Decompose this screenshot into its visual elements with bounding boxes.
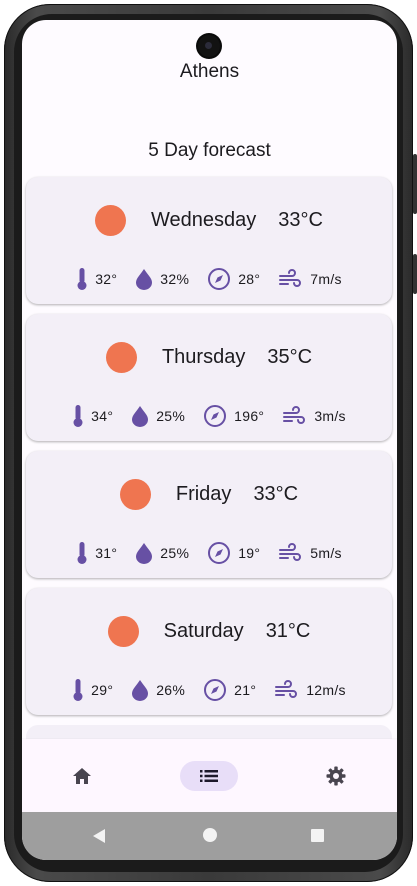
wind-direction-value: 19° [238,545,261,561]
feels-like-value: 34° [91,408,114,424]
wind-icon [279,543,302,561]
humidity-value: 26% [156,682,186,698]
compass-icon [208,268,231,290]
wind-speed-value: 7m/s [310,271,342,287]
humidity-stat: 25% [135,542,189,564]
feels-like-stat: 31° [76,541,117,565]
feels-like-stat: 34° [72,404,113,428]
compass-icon [208,542,231,564]
list-icon [200,770,218,782]
humidity-value: 32% [160,271,190,287]
forecast-day: Wednesday [151,208,257,231]
thermometer-icon [77,268,87,290]
forecast-title: 5 Day forecast [148,140,271,161]
wind-speed-value: 12m/s [306,682,346,698]
humidity-stat: 26% [131,679,185,701]
wind-direction-value: 196° [234,408,265,424]
feels-like-value: 31° [95,545,118,561]
forecast-card[interactable]: Friday 33°C 31° 25% 19° 5m/s [26,451,392,578]
system-navigation-bar [22,812,397,860]
wind-direction-value: 28° [238,271,261,287]
compass-icon [204,405,227,427]
water-drop-icon [132,680,149,701]
forecast-temp: 35°C [267,345,313,368]
wind-speed-stat: 7m/s [278,269,342,289]
sun-icon [107,615,139,647]
compass-icon [204,679,227,701]
volume-button [413,154,417,214]
wind-direction-value: 21° [234,682,257,698]
humidity-stat: 32% [135,268,189,290]
thermometer-icon [73,679,83,701]
feels-like-stat: 32° [76,267,117,291]
humidity-stat: 25% [131,405,185,427]
app-screen: Athens 5 Day forecast Wednesday 33°C 32°… [22,20,397,860]
feels-like-value: 32° [95,271,118,287]
wind-direction-stat: 19° [207,541,260,565]
humidity-value: 25% [156,408,186,424]
wind-speed-value: 5m/s [310,545,342,561]
wind-speed-stat: 12m/s [274,680,346,700]
water-drop-icon [136,543,153,564]
feels-like-value: 29° [91,682,114,698]
thermometer-icon [73,405,83,427]
wind-speed-stat: 5m/s [278,543,342,563]
forecast-temp: 33°C [253,482,299,505]
home-icon [73,768,91,784]
wind-icon [275,680,298,698]
forecast-card[interactable]: Wednesday 33°C 32° 32% 28° 7m/s [26,177,392,304]
wind-speed-value: 3m/s [314,408,346,424]
front-camera [198,35,220,57]
wind-direction-stat: 28° [207,267,260,291]
thermometer-icon [77,542,87,564]
forecast-day: Friday [175,482,232,505]
feels-like-stat: 29° [72,678,113,702]
nav-settings[interactable] [314,761,358,791]
wind-icon [279,269,302,287]
nav-forecast-list[interactable] [180,761,238,791]
forecast-card[interactable]: Thursday 35°C 34° 25% 196° 3m/s [26,314,392,441]
bottom-navigation [22,739,397,812]
forecast-card[interactable]: Saturday 31°C 29° 26% 21° 12m/s [26,588,392,715]
wind-icon [283,406,306,424]
sun-icon [95,204,127,236]
city-name: Athens [179,61,240,82]
settings-icon [326,766,346,786]
humidity-value: 25% [160,545,190,561]
forecast-temp: 33°C [278,208,323,231]
forecast-day: Thursday [161,345,246,368]
sun-icon [105,341,137,373]
nav-home[interactable] [60,761,104,791]
wind-direction-stat: 21° [203,678,256,702]
forecast-temp: 31°C [265,619,311,642]
water-drop-icon [132,406,149,427]
wind-direction-stat: 196° [203,404,264,428]
recents-icon[interactable] [311,829,324,842]
sun-icon [119,478,151,510]
forecast-day: Saturday [163,619,244,642]
back-icon[interactable] [92,828,106,844]
water-drop-icon [136,269,153,290]
power-button [413,254,417,294]
home-circle-icon[interactable] [203,828,217,842]
wind-speed-stat: 3m/s [282,406,346,426]
